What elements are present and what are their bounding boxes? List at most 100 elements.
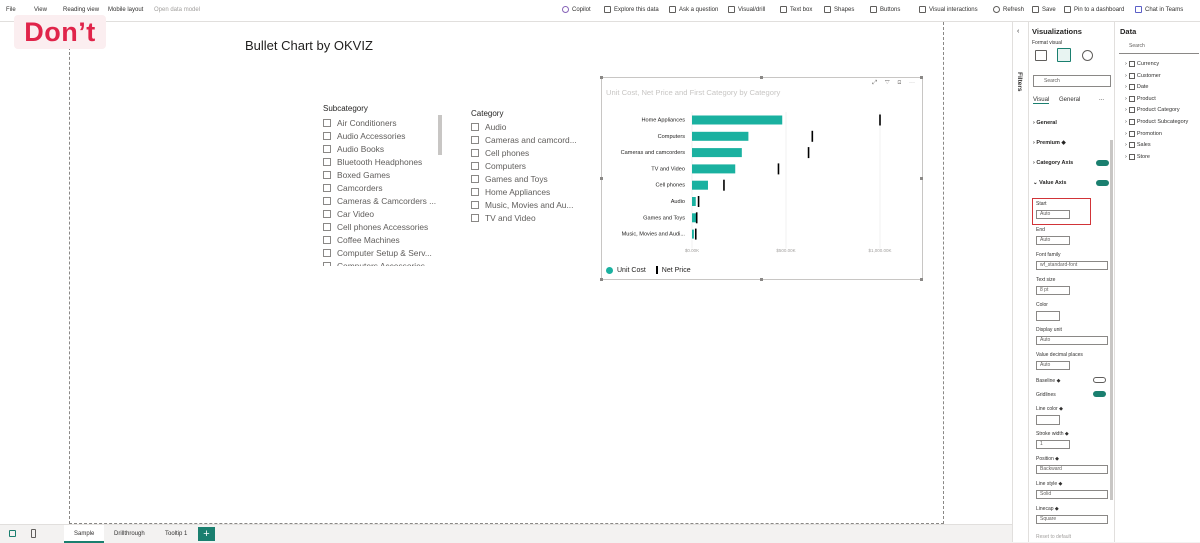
table-item[interactable]: › Date [1125,84,1148,91]
table-item[interactable]: › Product Subcategory [1125,119,1188,125]
slicer-item[interactable]: Audio [471,120,577,133]
open-data-model-button[interactable]: Open data model [154,7,200,13]
table-item[interactable]: › Customer [1125,72,1161,79]
slicer-item[interactable]: Computers Accessories [323,259,436,266]
slicer-item[interactable]: Boxed Games [323,168,436,181]
menu-view[interactable]: View [34,7,47,13]
stroke-width-input[interactable]: 1 [1036,440,1070,449]
checkbox[interactable] [471,135,479,144]
table-item[interactable]: › Product [1125,95,1156,102]
filters-pane[interactable]: ‹ Filters [1012,22,1028,542]
value-axis-toggle[interactable] [1096,180,1109,186]
tab-sample[interactable]: Sample [64,525,105,543]
data-search-input[interactable]: Search [1119,43,1199,54]
slicer-item[interactable]: Home Appliances [471,185,577,198]
table-item[interactable]: › Currency [1125,61,1159,67]
slicer-item[interactable]: TV and Video [471,211,577,224]
resize-handle[interactable] [760,278,763,281]
slicer-item[interactable]: Computer Setup & Serv... [323,246,436,259]
gridlines-toggle[interactable] [1093,391,1106,397]
teams-chat-button[interactable]: Chat in Teams [1135,6,1183,13]
decimal-places-input[interactable]: Auto [1036,361,1070,370]
line-style-select[interactable]: Solid [1036,490,1108,499]
expand-icon[interactable]: › [1125,96,1127,102]
table-item[interactable]: › Store [1125,153,1150,160]
checkbox[interactable] [323,248,331,257]
category-axis-toggle[interactable] [1096,160,1109,166]
slicer-item[interactable]: Camcorders [323,181,436,194]
end-input[interactable]: Auto [1036,236,1070,245]
slicer-item[interactable]: Cameras & Camcorders ... [323,194,436,207]
visual-interactions-button[interactable]: Visual interactions [919,6,978,13]
expand-icon[interactable]: › [1125,107,1127,113]
tab-visual[interactable]: Visual [1033,97,1050,104]
baseline-toggle[interactable] [1093,377,1106,383]
section-category-axis[interactable]: › Category Axis [1033,160,1073,166]
resize-handle[interactable] [600,76,603,79]
collapse-icon[interactable]: ‹ [1017,28,1019,35]
slicer-item[interactable]: Cameras and camcord... [471,133,577,146]
expand-icon[interactable]: › [1125,131,1127,137]
checkbox[interactable] [323,183,331,192]
copilot-button[interactable]: Copilot [562,6,591,13]
tab-drillthrough[interactable]: Drillthrough [104,525,155,543]
line-color-picker[interactable] [1036,415,1060,425]
shapes-button[interactable]: Shapes [824,6,854,13]
table-item[interactable]: › Promotion [1125,130,1162,137]
section-value-axis[interactable]: ⌄ Value Axis [1033,180,1066,186]
explore-button[interactable]: Explore this data [604,6,659,13]
slicer-item[interactable]: Cell phones Accessories [323,220,436,233]
save-button[interactable]: Save [1032,6,1056,13]
expand-icon[interactable]: › [1125,142,1127,148]
resize-handle[interactable] [920,177,923,180]
font-family-select[interactable]: wf_standard-font [1036,261,1108,270]
text-box-button[interactable]: Text box [780,6,812,13]
ask-question-button[interactable]: Ask a question [669,6,718,13]
checkbox[interactable] [471,187,479,196]
text-size-input[interactable]: 8 pt [1036,286,1070,295]
mobile-layout-button[interactable]: Mobile layout [108,7,143,13]
checkbox[interactable] [323,261,331,266]
more-options[interactable]: ... [1099,96,1104,102]
resize-handle[interactable] [600,278,603,281]
expand-icon[interactable]: › [1125,119,1127,125]
slicer-item[interactable]: Audio Accessories [323,129,436,142]
tab-tooltip[interactable]: Tooltip 1 [155,525,197,543]
color-picker[interactable] [1036,311,1060,321]
resize-handle[interactable] [920,76,923,79]
slicer-item[interactable]: Air Conditioners [323,116,436,129]
reset-default-link[interactable]: Reset to default [1036,534,1071,540]
checkbox[interactable] [323,157,331,166]
visual-drill-button[interactable]: Visual/drill [728,6,765,13]
checkbox[interactable] [323,118,331,127]
display-unit-select[interactable]: Auto [1036,336,1108,345]
menu-file[interactable]: File [6,7,16,13]
mobile-view-icon[interactable] [31,529,36,538]
position-select[interactable]: Backward [1036,465,1108,474]
buttons-button[interactable]: Buttons [870,6,900,13]
slicer-item[interactable]: Audio Books [323,142,436,155]
slicer-item[interactable]: Coffee Machines [323,233,436,246]
desktop-view-icon[interactable] [9,530,16,537]
slicer-item[interactable]: Bluetooth Headphones [323,155,436,168]
viz-search-input[interactable]: Search [1033,75,1111,87]
analytics-icon[interactable] [1082,50,1093,61]
checkbox[interactable] [471,161,479,170]
bullet-chart-visual[interactable]: Unit Cost, Net Price and First Category … [601,77,923,280]
expand-icon[interactable]: › [1125,84,1127,90]
checkbox[interactable] [471,122,479,131]
slicer-item[interactable]: Computers [471,159,577,172]
slicer-item[interactable]: Car Video [323,207,436,220]
table-item[interactable]: › Sales [1125,142,1151,149]
checkbox[interactable] [471,174,479,183]
checkbox[interactable] [323,144,331,153]
section-general[interactable]: › General [1033,120,1057,126]
checkbox[interactable] [471,200,479,209]
add-page-button[interactable]: + [198,527,215,541]
format-pane-scrollbar[interactable] [1110,140,1113,500]
linecap-select[interactable]: Square [1036,515,1108,524]
slicer-item[interactable]: Music, Movies and Au... [471,198,577,211]
expand-icon[interactable]: › [1125,61,1127,67]
tab-general[interactable]: General [1059,97,1080,103]
table-item[interactable]: › Product Category [1125,107,1180,114]
